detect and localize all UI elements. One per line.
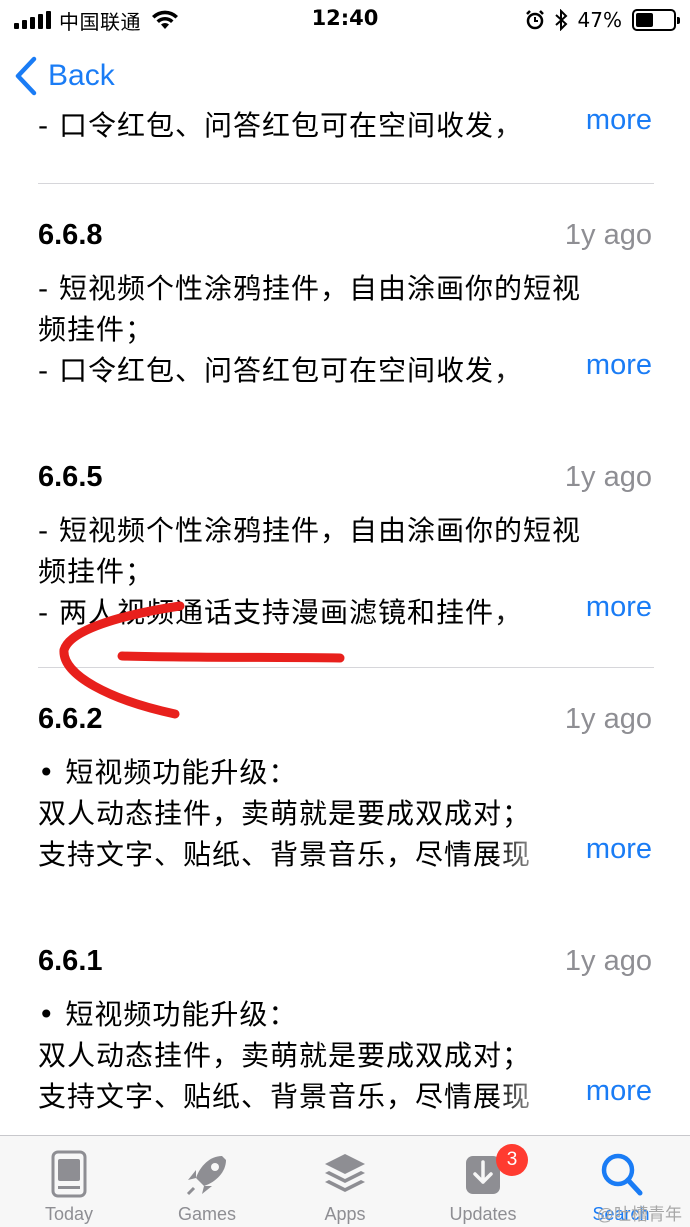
- battery-percent: 47%: [577, 8, 622, 32]
- release-age: 1y ago: [564, 461, 652, 493]
- version-entry: 6.6.2 1y ago • 短视频功能升级： 双人动态挂件，卖萌就是要成双成对…: [38, 703, 654, 903]
- release-note-line: • 短视频功能升级：: [38, 756, 298, 789]
- tab-label: Updates: [449, 1204, 517, 1224]
- divider: [38, 183, 654, 184]
- release-note-line: - 短视频个性涂鸦挂件，自由涂画你的短视: [38, 514, 582, 547]
- release-age: 1y ago: [564, 703, 652, 735]
- back-label: Back: [48, 59, 115, 92]
- version-entry-partial: - 口令红包、问答红包可在空间收发， more: [38, 110, 654, 150]
- divider: [38, 667, 654, 668]
- battery-icon: [632, 9, 680, 31]
- tab-apps[interactable]: Apps: [276, 1136, 414, 1227]
- release-note-line: - 口令红包、问答红包可在空间收发，: [38, 354, 524, 387]
- tab-games[interactable]: Games: [138, 1136, 276, 1227]
- tab-label: Games: [177, 1204, 237, 1224]
- version-entry: 6.6.1 1y ago • 短视频功能升级： 双人动态挂件，卖萌就是要成双成对…: [38, 945, 654, 1135]
- chevron-left-icon: [15, 56, 37, 96]
- release-note-line: - 口令红包、问答红包可在空间收发，: [38, 110, 524, 142]
- navigation-bar: Back: [0, 50, 690, 110]
- release-note-line: • 短视频功能升级：: [38, 998, 298, 1031]
- tab-updates[interactable]: 3 Updates: [414, 1136, 552, 1227]
- tab-bar: Today Games Apps 3 Updates Search: [0, 1135, 690, 1227]
- release-note-line: 支持文字、贴纸、背景音乐，尽情展现: [38, 838, 532, 871]
- version-number: 6.6.8: [38, 219, 103, 251]
- status-right: 47%: [525, 6, 680, 34]
- more-button[interactable]: more: [586, 110, 652, 137]
- more-button[interactable]: more: [586, 1075, 652, 1108]
- more-button[interactable]: more: [586, 591, 652, 624]
- more-button[interactable]: more: [586, 349, 652, 382]
- rocket-icon: [186, 1156, 226, 1196]
- release-age: 1y ago: [564, 945, 652, 977]
- bluetooth-icon: [554, 9, 567, 31]
- tab-today[interactable]: Today: [0, 1136, 138, 1227]
- back-button[interactable]: Back: [14, 56, 115, 96]
- version-entry: 6.6.5 1y ago - 短视频个性涂鸦挂件，自由涂画你的短视 频挂件； -…: [38, 461, 654, 661]
- more-button[interactable]: more: [586, 833, 652, 866]
- release-note-line: 频挂件；: [38, 313, 155, 346]
- today-icon: [51, 1150, 87, 1198]
- watermark: @吐槽青年: [596, 1205, 682, 1224]
- layers-icon: [325, 1154, 365, 1192]
- version-history-list[interactable]: - 口令红包、问答红包可在空间收发， more 6.6.8 1y ago - 短…: [0, 110, 690, 1135]
- version-entry: 6.6.8 1y ago - 短视频个性涂鸦挂件，自由涂画你的短视 频挂件； -…: [38, 219, 654, 419]
- release-note-line: 频挂件；: [38, 555, 155, 588]
- release-note-line: 双人动态挂件，卖萌就是要成双成对；: [38, 797, 532, 830]
- tab-label: Apps: [324, 1204, 366, 1224]
- version-number: 6.6.5: [38, 461, 103, 493]
- status-bar: 中国联通 12:40 47%: [0, 0, 690, 40]
- release-note-line: 双人动态挂件，卖萌就是要成双成对；: [38, 1039, 532, 1072]
- updates-badge: 3: [496, 1144, 528, 1176]
- release-note-line: 支持文字、贴纸、背景音乐，尽情展现: [38, 1080, 532, 1113]
- alarm-icon: [525, 10, 544, 30]
- release-note-line: - 两人视频通话支持漫画滤镜和挂件，: [38, 596, 524, 629]
- release-age: 1y ago: [564, 219, 652, 251]
- release-note-line: - 短视频个性涂鸦挂件，自由涂画你的短视: [38, 272, 582, 305]
- version-number: 6.6.2: [38, 703, 103, 735]
- tab-label: Today: [44, 1204, 94, 1224]
- version-number: 6.6.1: [38, 945, 103, 977]
- search-icon: [601, 1153, 643, 1196]
- battery-fill: [636, 13, 653, 27]
